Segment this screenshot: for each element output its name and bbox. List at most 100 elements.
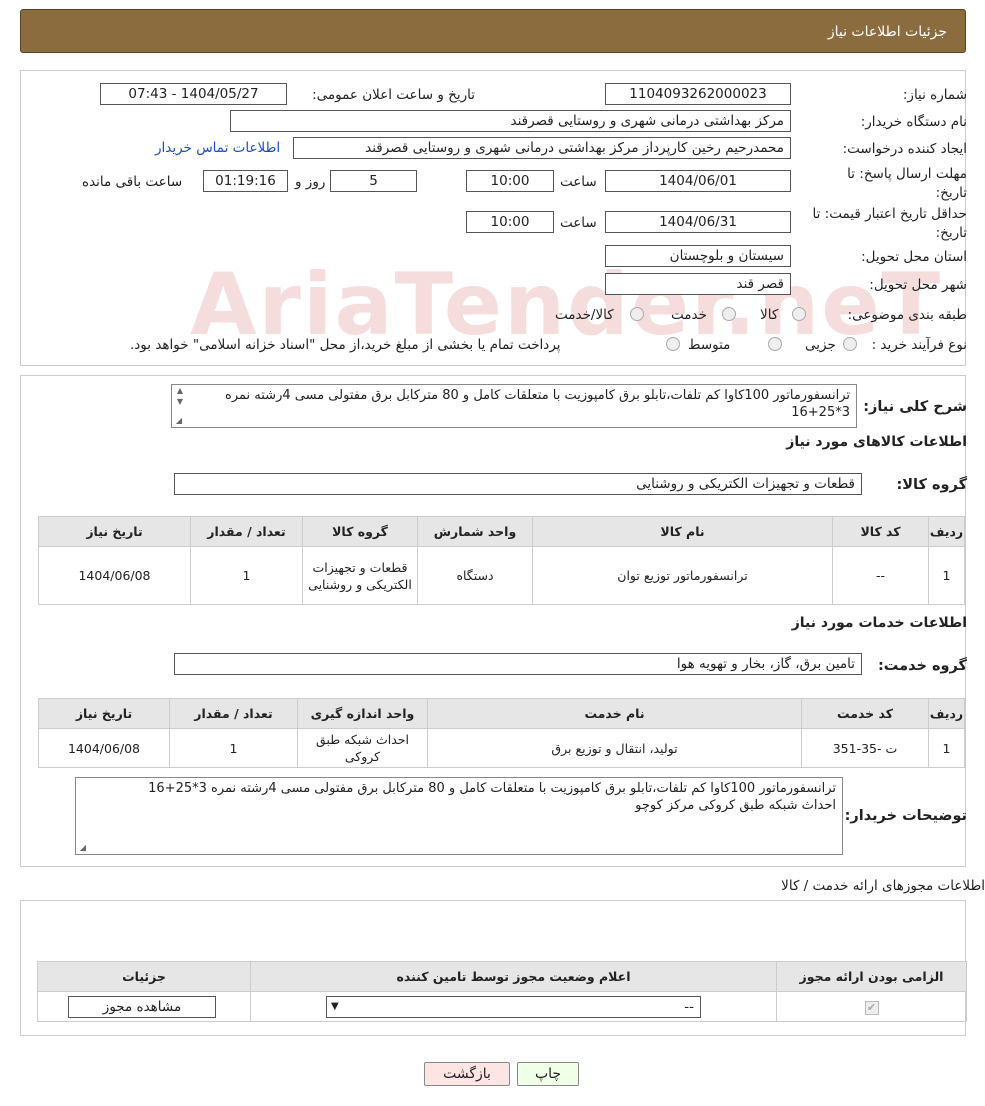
permits-title: اطلاعات مجوزهای ارائه خدمت / کالا — [781, 878, 985, 894]
col-row: ردیف — [928, 516, 965, 547]
cell-name: ترانسفورماتور توزیع توان — [532, 546, 833, 605]
announce-label: تاریخ و ساعت اعلان عمومی: — [312, 87, 475, 103]
city-field: قصر قند — [605, 273, 791, 295]
permit-required-checkbox[interactable]: ✔ — [864, 1001, 879, 1015]
resize-grip-icon[interactable]: ◢ — [174, 417, 182, 425]
city-label: شهر محل تحویل: — [869, 277, 967, 293]
validity-time-label: ساعت — [560, 215, 597, 231]
summary-textarea[interactable]: ترانسفورماتور 100کاوا کم تلفات،تابلو برق… — [171, 384, 857, 428]
validity-label: حداقل تاریخ اعتبار قیمت: تا تاریخ: — [812, 206, 967, 241]
buyer-notes-textarea[interactable]: ترانسفورماتور 100کاوا کم تلفات،تابلو برق… — [75, 777, 843, 855]
cell-date: 1404/06/08 — [38, 546, 191, 605]
view-permit-button[interactable]: مشاهده مجوز — [68, 996, 216, 1018]
col-measure-unit: واحد اندازه گیری — [297, 698, 428, 729]
back-button[interactable]: بازگشت — [424, 1062, 510, 1086]
page-header: جزئیات اطلاعات نیاز — [20, 9, 966, 53]
province-field: سیستان و بلوچستان — [605, 245, 791, 267]
cell-unit: احداث شبکه طبق کروکی — [297, 728, 428, 768]
chevron-down-icon: ▼ — [331, 1001, 339, 1012]
permits-table-header: الزامی بودن ارائه مجوز اعلام وضعیت مجوز … — [37, 961, 967, 992]
radio-goods[interactable] — [792, 307, 806, 321]
scroll-up-icon[interactable]: ▲ — [175, 387, 183, 395]
col-goods-code: کد کالا — [832, 516, 929, 547]
cell-row: 1 — [928, 546, 965, 605]
buyer-contact-link[interactable]: اطلاعات تماس خریدار — [155, 139, 280, 157]
print-button[interactable]: چاپ — [517, 1062, 579, 1086]
table-row: 1 -- ترانسفورماتور توزیع توان دستگاه قطع… — [38, 546, 965, 605]
services-group-label: گروه خدمت: — [877, 658, 967, 674]
col-goods-group: گروه کالا — [302, 516, 418, 547]
permit-status-select[interactable]: -- ▼ — [326, 996, 701, 1018]
scroll-down-icon[interactable]: ▼ — [175, 398, 183, 406]
table-row: 1 ت -35-351 تولید، انتقال و توزیع برق اح… — [38, 728, 965, 768]
col-need-date: تاریخ نیاز — [38, 516, 191, 547]
creator-label: ایجاد کننده درخواست: — [842, 141, 967, 157]
radio-partial[interactable] — [843, 337, 857, 351]
buyer-label: نام دستگاه خریدار: — [860, 114, 967, 130]
deadline-time-label: ساعت — [560, 174, 597, 190]
col-need-date: تاریخ نیاز — [38, 698, 170, 729]
resize-grip-icon[interactable]: ◢ — [78, 844, 86, 852]
permit-status-value: -- — [684, 999, 694, 1015]
services-table-header: ردیف کد خدمت نام خدمت واحد اندازه گیری ت… — [38, 698, 965, 729]
remaining-label: ساعت باقی مانده — [82, 174, 183, 190]
radio-medium[interactable] — [768, 337, 782, 351]
col-service-code: کد خدمت — [801, 698, 929, 729]
goods-group-field: قطعات و تجهیزات الکتریکی و روشنایی — [174, 473, 862, 495]
col-goods-name: نام کالا — [532, 516, 833, 547]
col-permit-details: جزئیات — [37, 961, 251, 992]
category-label: طبقه بندی موضوعی: — [847, 307, 967, 323]
col-qty: تعداد / مقدار — [190, 516, 303, 547]
process-label: نوع فرآیند خرید : — [871, 337, 967, 353]
remaining-time-field: 01:19:16 — [203, 170, 288, 192]
page-title: جزئیات اطلاعات نیاز — [827, 24, 947, 40]
announce-field: 1404/05/27 - 07:43 — [100, 83, 287, 105]
col-service-name: نام خدمت — [427, 698, 802, 729]
buyer-notes-line1: ترانسفورماتور 100کاوا کم تلفات،تابلو برق… — [148, 781, 836, 796]
process-note: پرداخت تمام یا بخشی از مبلغ خرید،از محل … — [130, 337, 561, 353]
cell-date: 1404/06/08 — [38, 728, 170, 768]
col-permit-required: الزامی بودن ارائه مجوز — [776, 961, 967, 992]
radio-goods-service[interactable] — [630, 307, 644, 321]
cell-code: ت -35-351 — [801, 728, 929, 768]
radio-partial-label: جزیی — [805, 337, 836, 353]
cell-code: -- — [832, 546, 929, 605]
buyer-notes-label: توضیحات خریدار: — [844, 808, 967, 824]
col-qty: تعداد / مقدار — [169, 698, 298, 729]
days-field: 5 — [330, 170, 417, 192]
validity-date-field: 1404/06/31 — [605, 211, 791, 233]
deadline-time-field: 10:00 — [466, 170, 554, 192]
goods-table-header: ردیف کد کالا نام کالا واحد شمارش گروه کا… — [38, 516, 965, 547]
radio-service[interactable] — [722, 307, 736, 321]
radio-service-label: خدمت — [671, 307, 707, 323]
need-number-field: 1104093262000023 — [605, 83, 791, 105]
col-unit: واحد شمارش — [417, 516, 533, 547]
deadline-label: مهلت ارسال پاسخ: تا تاریخ: — [847, 166, 967, 201]
cell-row: 1 — [928, 728, 965, 768]
col-row: ردیف — [928, 698, 965, 729]
cell-group: قطعات و تجهیزات الکتریکی و روشنایی — [302, 546, 418, 605]
services-section-title: اطلاعات خدمات مورد نیاز — [791, 615, 967, 631]
buyer-field: مرکز بهداشتی درمانی شهری و روستایی قصرقن… — [230, 110, 791, 132]
radio-goods-service-label: کالا/خدمت — [555, 307, 614, 323]
services-table: ردیف کد خدمت نام خدمت واحد اندازه گیری ت… — [38, 698, 965, 768]
radio-medium-label: متوسط — [688, 337, 731, 353]
cell-permit-required: ✔ — [776, 991, 967, 1022]
radio-goods-label: کالا — [760, 307, 779, 323]
validity-time-field: 10:00 — [466, 211, 554, 233]
radio-treasury[interactable] — [666, 337, 680, 351]
need-number-label: شماره نیاز: — [902, 87, 967, 103]
buyer-notes-line2: احداث شبکه طبق کروکی مرکز کوچو — [635, 798, 836, 813]
creator-field: محمدرحیم رخین کارپرداز مرکز بهداشتی درما… — [293, 137, 791, 159]
summary-label: شرح کلی نیاز: — [863, 399, 967, 415]
province-label: استان محل تحویل: — [861, 249, 967, 265]
cell-name: تولید، انتقال و توزیع برق — [427, 728, 802, 768]
deadline-date-field: 1404/06/01 — [605, 170, 791, 192]
goods-table: ردیف کد کالا نام کالا واحد شمارش گروه کا… — [38, 516, 965, 605]
days-label: روز و — [295, 174, 326, 190]
goods-group-label: گروه کالا: — [896, 477, 967, 493]
cell-unit: دستگاه — [417, 546, 533, 605]
cell-qty: 1 — [190, 546, 303, 605]
col-permit-status: اعلام وضعیت مجوز توسط تامین کننده — [250, 961, 777, 992]
services-group-field: تامین برق، گاز، بخار و تهویه هوا — [174, 653, 862, 675]
